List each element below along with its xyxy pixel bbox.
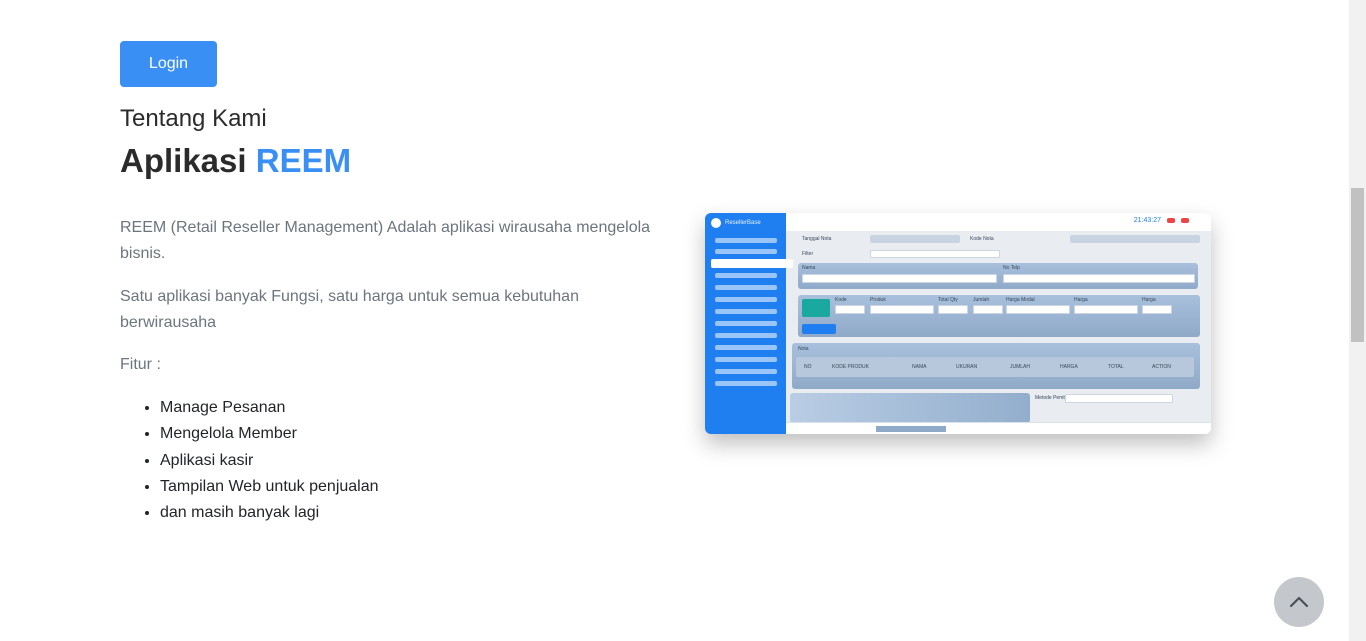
mockup-logo-icon xyxy=(711,218,721,228)
features-label: Fitur : xyxy=(120,356,161,373)
login-button[interactable]: Login xyxy=(120,41,217,87)
mockup-sidebar-item xyxy=(715,309,777,314)
mockup-field xyxy=(973,305,1003,314)
mockup-field xyxy=(870,235,960,243)
mockup-bottom-tab xyxy=(1036,426,1106,432)
title-accent: REEM xyxy=(255,142,352,179)
mockup-panel: Kode Produk Total Qty Jumlah Harga Modal… xyxy=(798,295,1200,337)
mockup-sidebar-item xyxy=(715,285,777,290)
mockup-main: Tanggal Nota Kode Nota Filter Nama No Te… xyxy=(790,233,1203,423)
mockup-th: ACTION xyxy=(1152,364,1171,370)
feature-item: Mengelola Member xyxy=(160,421,379,447)
mockup-field xyxy=(802,274,997,283)
mockup-sidebar-item xyxy=(715,333,777,338)
mockup-bottom-tab xyxy=(956,426,1026,432)
app-screenshot: ResellerBase 21:43:27 Tanggal Nota Kode … xyxy=(705,213,1211,434)
mockup-sidebar-item xyxy=(715,249,777,254)
mockup-th: UKURAN xyxy=(956,364,978,370)
mockup-sidebar-item xyxy=(715,321,777,326)
mockup-brand: ResellerBase xyxy=(711,217,781,229)
title-prefix: Aplikasi xyxy=(120,142,256,179)
mockup-th: HARGA xyxy=(1060,364,1078,370)
scrollbar-thumb[interactable] xyxy=(1351,188,1364,342)
chevron-up-icon xyxy=(1289,596,1309,608)
mockup-sidebar-item xyxy=(715,238,777,243)
mockup-th: JUMLAH xyxy=(1010,364,1031,370)
mockup-label: Tanggal Nota xyxy=(802,236,832,242)
mockup-bottom-nav xyxy=(786,422,1211,434)
mockup-sidebar-item xyxy=(715,273,777,278)
mockup-field xyxy=(1074,305,1138,314)
page-scrollbar[interactable] xyxy=(1349,0,1366,641)
mockup-field xyxy=(870,305,934,314)
mockup-topbar: 21:43:27 xyxy=(786,213,1211,231)
mockup-field xyxy=(1065,394,1173,403)
mockup-label: No Telp xyxy=(1003,265,1020,271)
mockup-label: Kode Nota xyxy=(970,236,994,242)
mockup-label: Harga xyxy=(1142,297,1156,303)
mockup-label: Produk xyxy=(870,297,886,303)
mockup-th: TOTAL xyxy=(1108,364,1124,370)
about-description-1: REEM (Retail Reseller Management) Adalah… xyxy=(120,219,651,262)
about-description-2: Satu aplikasi banyak Fungsi, satu harga … xyxy=(120,288,579,331)
mockup-label: Kode xyxy=(835,297,847,303)
mockup-nota-panel: Nota NO KODE PRODUK NAMA UKURAN JUMLAH H… xyxy=(792,343,1200,389)
mockup-field xyxy=(938,305,968,314)
feature-item: Tampilan Web untuk penjualan xyxy=(160,474,379,500)
mockup-bottom-tab xyxy=(1116,426,1186,432)
features-list: Manage Pesanan Mengelola Member Aplikasi… xyxy=(160,395,379,526)
mockup-sidebar-item xyxy=(715,381,777,386)
mockup-bottom-tab-active xyxy=(876,426,946,432)
mockup-field xyxy=(1070,235,1200,243)
mockup-field xyxy=(1003,274,1195,283)
mockup-label: Nota xyxy=(798,346,809,352)
mockup-field xyxy=(1142,305,1172,314)
mockup-brand-text: ResellerBase xyxy=(725,220,761,226)
mockup-cari-button xyxy=(802,299,830,317)
section-title: Aplikasi REEM xyxy=(120,142,351,180)
mockup-badge-icon xyxy=(1167,218,1175,223)
mockup-table-header: NO KODE PRODUK NAMA UKURAN JUMLAH HARGA … xyxy=(796,357,1194,377)
mockup-th: NO xyxy=(804,364,812,370)
mockup-th: KODE PRODUK xyxy=(832,364,869,370)
mockup-badge-icon xyxy=(1181,218,1189,223)
feature-item: dan masih banyak lagi xyxy=(160,500,379,526)
mockup-tambahkan-button xyxy=(802,324,836,334)
mockup-label: Jumlah xyxy=(973,297,990,303)
mockup-time: 21:43:27 xyxy=(1133,217,1161,224)
mockup-label: Filter xyxy=(802,251,814,257)
mockup-field xyxy=(835,305,865,314)
section-subtitle: Tentang Kami xyxy=(120,105,267,132)
mockup-label: Nama xyxy=(802,265,816,271)
mockup-label: Harga Modal xyxy=(1006,297,1035,303)
mockup-sidebar-item xyxy=(715,369,777,374)
mockup-label: Harga xyxy=(1074,297,1088,303)
mockup-summary-panel xyxy=(790,393,1030,423)
mockup-sidebar: ResellerBase xyxy=(705,213,793,434)
mockup-label: Total Qty xyxy=(938,297,958,303)
mockup-bottom-tab xyxy=(796,426,866,432)
mockup-sidebar-item xyxy=(715,345,777,350)
mockup-sidebar-item-active xyxy=(711,259,793,268)
feature-item: Manage Pesanan xyxy=(160,395,379,421)
mockup-sidebar-item xyxy=(715,297,777,302)
mockup-sidebar-item xyxy=(715,357,777,362)
mockup-th: NAMA xyxy=(912,364,927,370)
mockup-field xyxy=(870,250,1000,258)
back-to-top-button[interactable] xyxy=(1274,577,1324,627)
mockup-field xyxy=(1006,305,1070,314)
feature-item: Aplikasi kasir xyxy=(160,448,379,474)
mockup-panel: Nama No Telp xyxy=(798,263,1198,289)
